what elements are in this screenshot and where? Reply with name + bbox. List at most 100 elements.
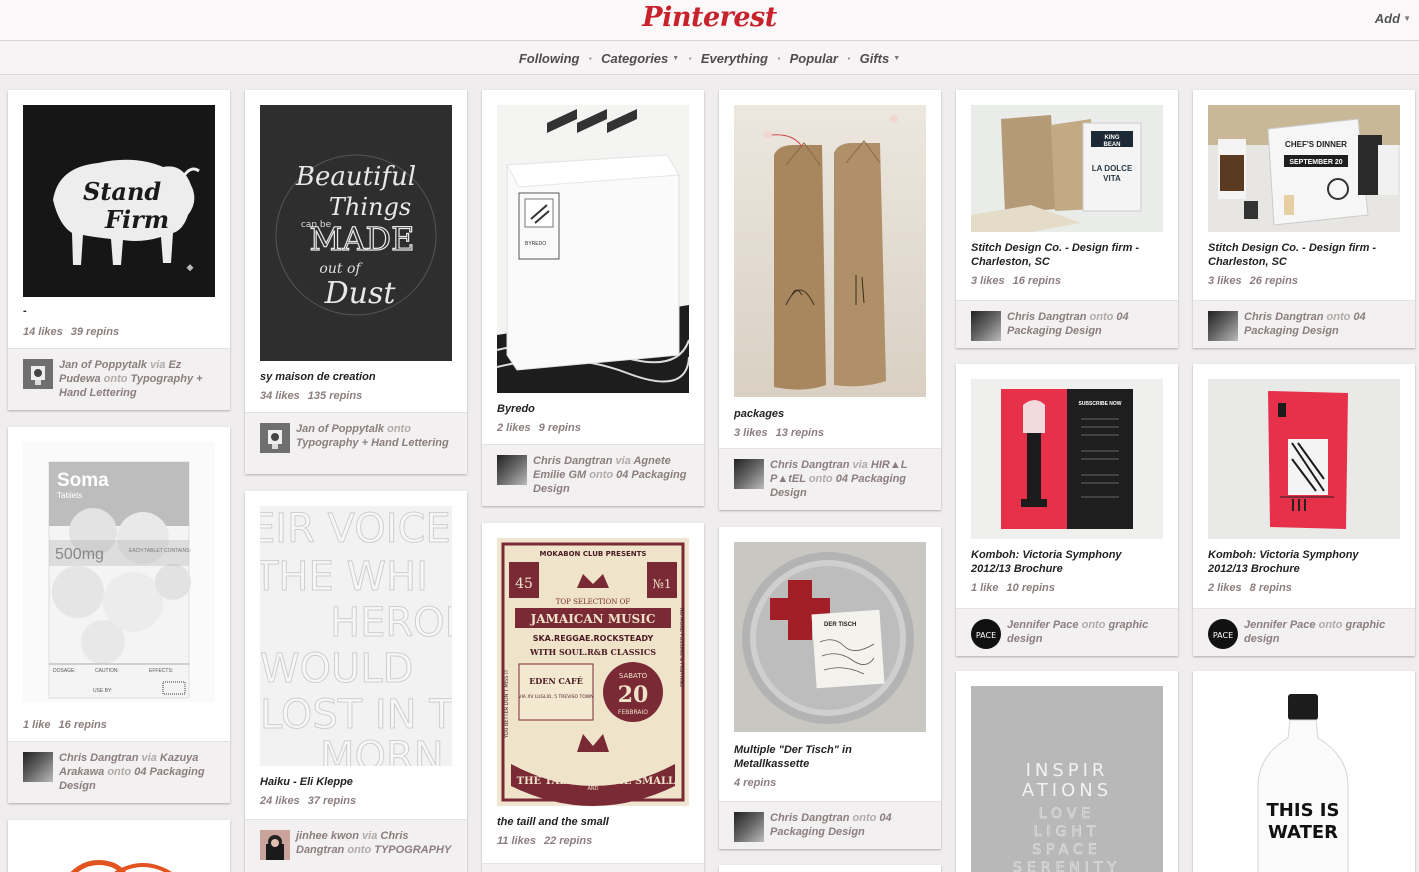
pin-card[interactable]: INSPIR ATIONS LOVE LIGHT SPACE SERENITY [956,671,1178,872]
pinner-name[interactable]: Chris Dangtran [533,455,612,467]
pin-image[interactable]: DER TISCH [734,542,926,732]
pin-card[interactable]: CHEF'S DINNER SEPTEMBER 20 Stitch Design… [1193,90,1415,348]
pinner-name[interactable]: Chris Dangtran [770,812,849,824]
avatar[interactable]: PACE [971,619,1001,649]
pinner-name[interactable]: Jennifer Pace [1244,619,1316,631]
pin-image[interactable]: KING BEAN LA DOLCE VITA [971,105,1163,232]
likes-count[interactable]: 24 likes [260,795,300,807]
pin-card[interactable]: KING BEAN LA DOLCE VITA Stitch Design Co… [956,90,1178,348]
pinner-name[interactable]: Jan of Poppytalk [296,423,384,435]
repins-count[interactable]: 37 repins [308,795,356,807]
avatar[interactable] [1208,311,1238,341]
pin-title[interactable]: - [23,304,215,318]
pin-card[interactable]: THIS IS WATER [1193,671,1415,872]
chevron-down-icon[interactable]: ▼ [1403,14,1411,23]
pin-image[interactable]: CHEF'S DINNER SEPTEMBER 20 [1208,105,1400,232]
pinner-name[interactable]: Jennifer Pace [1007,619,1079,631]
pin-image[interactable] [734,105,926,397]
likes-count[interactable]: 1 like [971,582,999,594]
likes-count[interactable]: 2 likes [1208,582,1242,594]
pin-card[interactable]: EIR VOICE THE WHI HERON WOULD LOST IN T … [245,491,467,872]
pin-card[interactable]: DER TISCH Multiple "Der Tisch" in Metall… [719,527,941,849]
pin-title[interactable]: Komboh: Victoria Symphony 2012/13 Brochu… [971,548,1163,576]
pin-image[interactable]: THIS IS WATER [1208,686,1400,872]
nav-categories-label[interactable]: Categories [601,51,668,66]
nav-everything[interactable]: Everything [701,51,768,66]
pin-image[interactable] [23,835,215,872]
repins-count[interactable]: 39 repins [71,326,119,338]
pin-title[interactable]: Komboh: Victoria Symphony 2012/13 Brochu… [1208,548,1400,576]
repins-count[interactable]: 26 repins [1250,275,1298,287]
nav-popular[interactable]: Popular [790,51,838,66]
repins-count[interactable]: 8 repins [1250,582,1292,594]
pinner-name[interactable]: Chris Dangtran [59,752,138,764]
pin-title[interactable]: Haiku - Eli Kleppe [260,775,452,789]
chevron-down-icon[interactable]: ▼ [672,55,679,62]
likes-count[interactable]: 34 likes [260,390,300,402]
nav-following[interactable]: Following [519,51,580,66]
pin-card[interactable]: Soma Tablets 500mg EACH TABLET CONTAINS:… [8,427,230,803]
avatar[interactable] [260,423,290,453]
add-button-label[interactable]: Add [1375,11,1400,26]
avatar[interactable] [497,455,527,485]
pin-card[interactable] [719,865,941,872]
avatar[interactable] [23,359,53,389]
pin-image[interactable]: INSPIR ATIONS LOVE LIGHT SPACE SERENITY [971,686,1163,872]
likes-count[interactable]: 2 likes [497,422,531,434]
pin-image[interactable]: BYREDO [497,105,689,393]
nav-categories[interactable]: Categories ▼ [601,51,679,66]
pin-card[interactable]: packages 3 likes 13 repins Chris Dangtran… [719,90,941,510]
repins-count[interactable]: 16 repins [59,719,107,731]
pin-title[interactable]: Multiple "Der Tisch" in Metallkassette [734,743,926,771]
avatar[interactable] [734,812,764,842]
likes-count[interactable]: 14 likes [23,326,63,338]
pin-title[interactable]: sy maison de creation [260,370,452,384]
pin-title[interactable]: the taill and the small [497,815,689,829]
repins-count[interactable]: 10 repins [1007,582,1055,594]
pin-card[interactable]: Stand Firm - 14 likes 39 repins Jan of Po… [8,90,230,410]
pin-card[interactable]: Komboh: Victoria Symphony 2012/13 Brochu… [1193,364,1415,656]
repins-count[interactable]: 135 repins [308,390,362,402]
repins-count[interactable]: 16 repins [1013,275,1061,287]
avatar[interactable]: PACE [1208,619,1238,649]
repins-count[interactable]: 9 repins [539,422,581,434]
pin-image[interactable]: Beautiful Things can be MADE out of Dust [260,105,452,361]
likes-count[interactable]: 3 likes [1208,275,1242,287]
pinner-name[interactable]: Chris Dangtran [1007,311,1086,323]
nav-gifts-label[interactable]: Gifts [860,51,890,66]
pin-title[interactable]: Stitch Design Co. - Design firm - Charle… [1208,241,1400,269]
pin-image[interactable] [1208,379,1400,539]
likes-count[interactable]: 11 likes [497,835,536,847]
chevron-down-icon[interactable]: ▼ [893,55,900,62]
avatar[interactable] [734,459,764,489]
pin-title[interactable]: packages [734,407,926,421]
repins-count[interactable]: 22 repins [544,835,592,847]
pin-image[interactable]: SUBSCRIBE NOW [971,379,1163,539]
pinner-name[interactable]: jinhee kwon [296,830,359,842]
pin-card[interactable]: MOKABON CLUB PRESENTS 45 №1 TOP SELECTIO… [482,523,704,872]
pin-card[interactable]: BYREDO Byredo 2 likes 9 repins Chris Dang… [482,90,704,506]
likes-count[interactable]: 3 likes [971,275,1005,287]
pin-card[interactable] [8,820,230,872]
pin-card[interactable]: SUBSCRIBE NOW Komboh: Victoria Symphony … [956,364,1178,656]
pinner-name[interactable]: Chris Dangtran [1244,311,1323,323]
pin-title[interactable]: Stitch Design Co. - Design firm - Charle… [971,241,1163,269]
board-name[interactable]: Typography + Hand Lettering [296,437,449,449]
repins-count[interactable]: 13 repins [776,427,824,439]
board-name[interactable]: TYPOGRAPHY [374,844,451,856]
pin-image[interactable]: MOKABON CLUB PRESENTS 45 №1 TOP SELECTIO… [497,538,689,806]
pin-image[interactable]: EIR VOICE THE WHI HERON WOULD LOST IN T … [260,506,452,766]
pin-image[interactable]: Stand Firm [23,105,215,297]
likes-count[interactable]: 3 likes [734,427,768,439]
avatar[interactable] [23,752,53,782]
repins-count[interactable]: 4 repins [734,777,776,789]
pinner-name[interactable]: Jan of Poppytalk [59,359,147,371]
nav-gifts[interactable]: Gifts ▼ [860,51,901,66]
pinterest-logo[interactable]: Pinterest [0,2,1419,33]
avatar[interactable] [260,830,290,860]
likes-count[interactable]: 1 like [23,719,51,731]
add-button[interactable]: Add ▼ [1375,11,1411,26]
pin-title[interactable]: Byredo [497,402,689,416]
avatar[interactable] [971,311,1001,341]
pin-card[interactable]: Beautiful Things can be MADE out of Dust… [245,90,467,474]
